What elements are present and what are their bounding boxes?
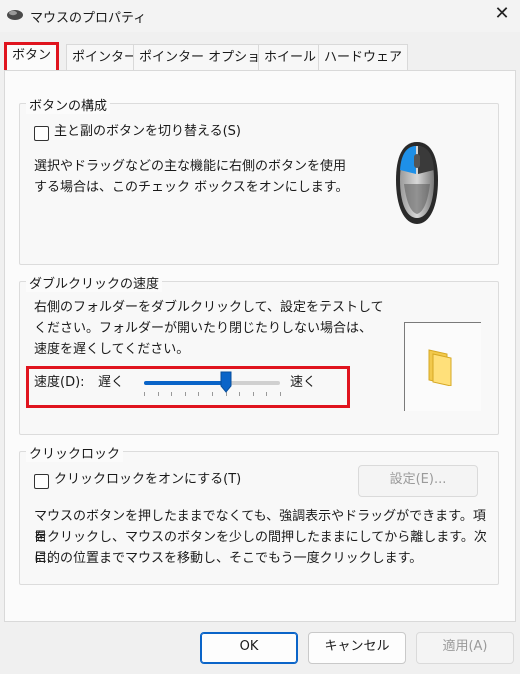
slider-tick	[198, 392, 200, 396]
click-lock-group: クリックロック クリックロックをオンにする(T) 設定(E)... マウスのボタ…	[19, 443, 499, 585]
click-lock-checkbox[interactable]	[34, 474, 49, 489]
slider-tick	[157, 392, 159, 396]
slider-tick	[212, 392, 213, 396]
tab-hardware[interactable]: ハードウェア	[318, 44, 409, 71]
ok-button[interactable]: OK	[200, 632, 298, 664]
slider-tick	[239, 392, 241, 396]
tab-strip: ボタン ポインター ポインター オプション ホイール ハードウェア	[0, 42, 520, 74]
swap-buttons-checkbox[interactable]	[34, 126, 49, 141]
double-click-title: ダブルクリックの速度	[26, 273, 163, 292]
fast-label: 速く	[290, 375, 317, 390]
folder-icon[interactable]	[425, 346, 457, 386]
title-bar: マウスのプロパティ ✕	[0, 0, 520, 32]
button-config-desc-2: する場合は、このチェック ボックスをオンにします。	[34, 180, 349, 195]
slider-tick	[144, 392, 145, 396]
slider-tick	[280, 392, 281, 396]
slow-label: 遅く	[98, 375, 125, 390]
swap-buttons-label[interactable]: 主と副のボタンを切り替える(S)	[54, 121, 241, 142]
slider-tick	[252, 392, 254, 396]
click-lock-title: クリックロック	[26, 443, 124, 462]
slider-tick	[266, 392, 268, 396]
speed-label: 速度(D):	[34, 375, 85, 390]
tab-wheel[interactable]: ホイール	[258, 44, 323, 71]
double-click-group: ダブルクリックの速度 右側のフォルダーをダブルクリックして、設定をテストして く…	[19, 273, 499, 435]
tab-panel: ボタンの構成 主と副のボタンを切り替える(S) 選択やドラッグなどの主な機能に右…	[4, 70, 516, 622]
slider-tick	[184, 392, 186, 396]
window-title: マウスのプロパティ	[30, 11, 147, 26]
button-config-title: ボタンの構成	[26, 95, 111, 114]
cancel-button[interactable]: キャンセル	[308, 632, 406, 664]
click-lock-label[interactable]: クリックロックをオンにする(T)	[54, 469, 241, 490]
speed-slider-thumb[interactable]	[220, 371, 232, 393]
double-click-desc-3: 速度を遅くしてください。	[34, 342, 190, 357]
mouse-app-icon	[7, 10, 23, 20]
speed-slider-fill	[144, 381, 226, 385]
button-config-group: ボタンの構成 主と副のボタンを切り替える(S) 選択やドラッグなどの主な機能に右…	[19, 95, 499, 265]
mouse-illustration	[396, 142, 438, 224]
close-icon[interactable]: ✕	[490, 2, 514, 26]
double-click-desc-1: 右側のフォルダーをダブルクリックして、設定をテストして	[34, 300, 384, 315]
double-click-desc-2: ください。フォルダーが開いたり閉じたりしない場合は、	[34, 321, 373, 336]
slider-tick	[171, 392, 173, 396]
apply-button[interactable]: 適用(A)	[416, 632, 514, 664]
click-lock-settings-button[interactable]: 設定(E)...	[358, 465, 478, 497]
button-config-desc-1: 選択やドラッグなどの主な機能に右側のボタンを使用	[34, 159, 347, 174]
click-lock-desc-3: 目的の位置までマウスを移動し、そこでもう一度クリックします。	[34, 551, 423, 566]
tab-pointers[interactable]: ポインター	[66, 44, 144, 71]
